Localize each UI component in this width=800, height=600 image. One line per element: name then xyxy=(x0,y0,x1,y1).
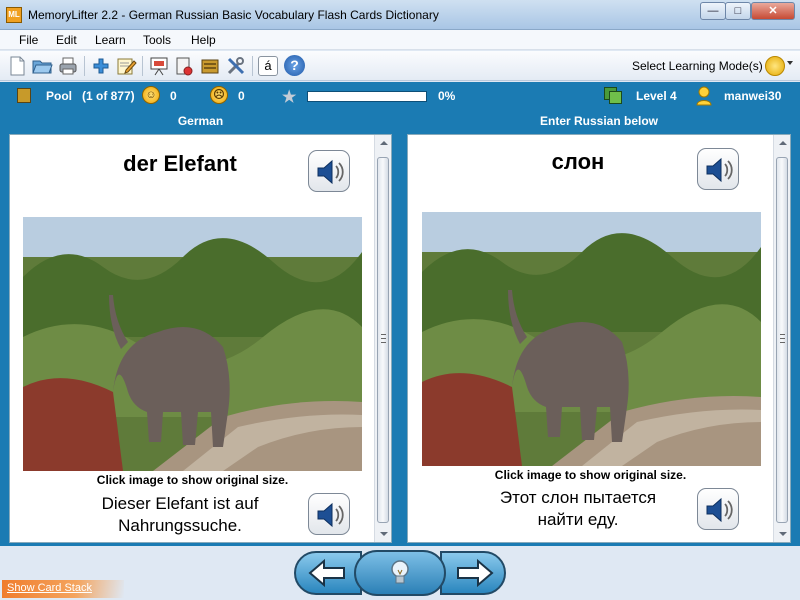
arrow-left-icon xyxy=(308,558,345,588)
question-sentence-audio-button[interactable] xyxy=(308,493,350,535)
character-map-icon[interactable]: á xyxy=(258,56,278,76)
star-icon: ★ xyxy=(282,89,297,106)
question-sentence-line2: Nahrungssuche. xyxy=(118,516,242,535)
print-icon[interactable] xyxy=(57,55,79,77)
show-card-stack-link[interactable]: Show Card Stack xyxy=(7,582,92,594)
scroll-thumb[interactable] xyxy=(776,157,788,523)
scroll-thumb[interactable] xyxy=(377,157,389,523)
answer-sentence-line1: Этот слон пытается xyxy=(499,488,657,507)
scroll-up-icon[interactable] xyxy=(380,141,388,145)
answer-scrollbar[interactable] xyxy=(773,135,790,542)
question-sentence: Dieser Elefant ist auf Nahrungssuche. xyxy=(50,493,310,537)
answer-sentence-audio-button[interactable] xyxy=(697,488,739,530)
level-icon xyxy=(604,87,624,105)
card-box-icon[interactable] xyxy=(199,55,221,77)
slideshow-icon[interactable] xyxy=(148,55,170,77)
toolbar: á ? Select Learning Mode(s) xyxy=(0,51,800,81)
progress-text: 0% xyxy=(438,89,456,103)
question-scrollbar[interactable] xyxy=(374,135,391,542)
user-name: manwei30 xyxy=(724,89,782,103)
next-button[interactable] xyxy=(440,551,506,595)
pool-label: Pool xyxy=(46,89,72,103)
scroll-up-icon[interactable] xyxy=(779,141,787,145)
scroll-down-icon[interactable] xyxy=(380,532,388,536)
title-bar: ML MemoryLifter 2.2 - German Russian Bas… xyxy=(0,0,800,30)
new-file-icon[interactable] xyxy=(6,55,28,77)
maximize-button[interactable]: □ xyxy=(725,2,751,20)
speaker-icon xyxy=(317,159,344,185)
user-icon xyxy=(696,86,712,106)
pool-icon xyxy=(17,88,31,103)
smiley-wrong-icon: ☹ xyxy=(210,86,228,104)
left-pane-header: German xyxy=(177,114,224,128)
window-title: MemoryLifter 2.2 - German Russian Basic … xyxy=(28,8,439,22)
previous-button[interactable] xyxy=(294,551,362,595)
question-sentence-line1: Dieser Elefant ist auf xyxy=(101,494,259,513)
app-icon[interactable]: ML xyxy=(6,7,22,23)
learning-mode-label[interactable]: Select Learning Mode(s) xyxy=(632,59,763,73)
menu-file[interactable]: File xyxy=(19,33,38,47)
close-button[interactable]: ✕ xyxy=(751,2,795,20)
answer-image-caption: Click image to show original size. xyxy=(494,468,687,482)
toolbar-separator xyxy=(142,56,143,76)
speaker-icon xyxy=(706,497,733,523)
answer-sentence-line2: найти еду. xyxy=(537,510,619,529)
question-image[interactable] xyxy=(23,217,362,471)
toolbar-separator xyxy=(252,56,253,76)
minimize-button[interactable]: — xyxy=(700,2,726,20)
learning-mode-icon[interactable] xyxy=(765,56,785,76)
menu-help[interactable]: Help xyxy=(191,33,216,47)
right-pane-header: Enter Russian below xyxy=(539,114,659,128)
arrow-right-icon xyxy=(457,558,494,588)
status-bar: Pool (1 of 877) ☺ 0 ☹ 0 ★ 0% Level 4 man… xyxy=(0,82,800,110)
lightbulb-icon xyxy=(391,560,409,584)
speaker-icon xyxy=(706,157,733,183)
speaker-icon xyxy=(317,502,344,528)
menu-learn[interactable]: Learn xyxy=(95,33,126,47)
wrong-count: 0 xyxy=(238,89,245,103)
question-card: der Elefant Click image to show original… xyxy=(9,134,392,543)
menu-edit[interactable]: Edit xyxy=(56,33,77,47)
menu-bar: File Edit Learn Tools Help xyxy=(0,30,800,50)
chevron-down-icon[interactable] xyxy=(787,61,793,65)
answer-word: слон xyxy=(551,149,605,174)
statistics-icon[interactable] xyxy=(173,55,195,77)
pool-count: (1 of 877) xyxy=(82,89,135,103)
edit-icon[interactable] xyxy=(115,55,137,77)
question-word: der Elefant xyxy=(123,151,237,176)
answer-card: слон Click image to show original size. … xyxy=(407,134,791,543)
level-label: Level 4 xyxy=(636,89,677,103)
question-audio-button[interactable] xyxy=(308,150,350,192)
answer-audio-button[interactable] xyxy=(697,148,739,190)
answer-sentence: Этот слон пытается найти еду. xyxy=(448,487,708,531)
progress-bar xyxy=(307,91,427,102)
hint-button[interactable] xyxy=(354,550,446,596)
correct-count: 0 xyxy=(170,89,177,103)
menu-tools[interactable]: Tools xyxy=(143,33,171,47)
answer-image[interactable] xyxy=(422,212,761,466)
add-icon[interactable] xyxy=(90,55,112,77)
scroll-down-icon[interactable] xyxy=(779,532,787,536)
question-image-caption: Click image to show original size. xyxy=(96,473,289,487)
smiley-correct-icon: ☺ xyxy=(142,86,160,104)
toolbar-separator xyxy=(84,56,85,76)
open-folder-icon[interactable] xyxy=(31,55,53,77)
help-icon[interactable]: ? xyxy=(284,55,305,76)
tools-icon[interactable] xyxy=(225,55,247,77)
